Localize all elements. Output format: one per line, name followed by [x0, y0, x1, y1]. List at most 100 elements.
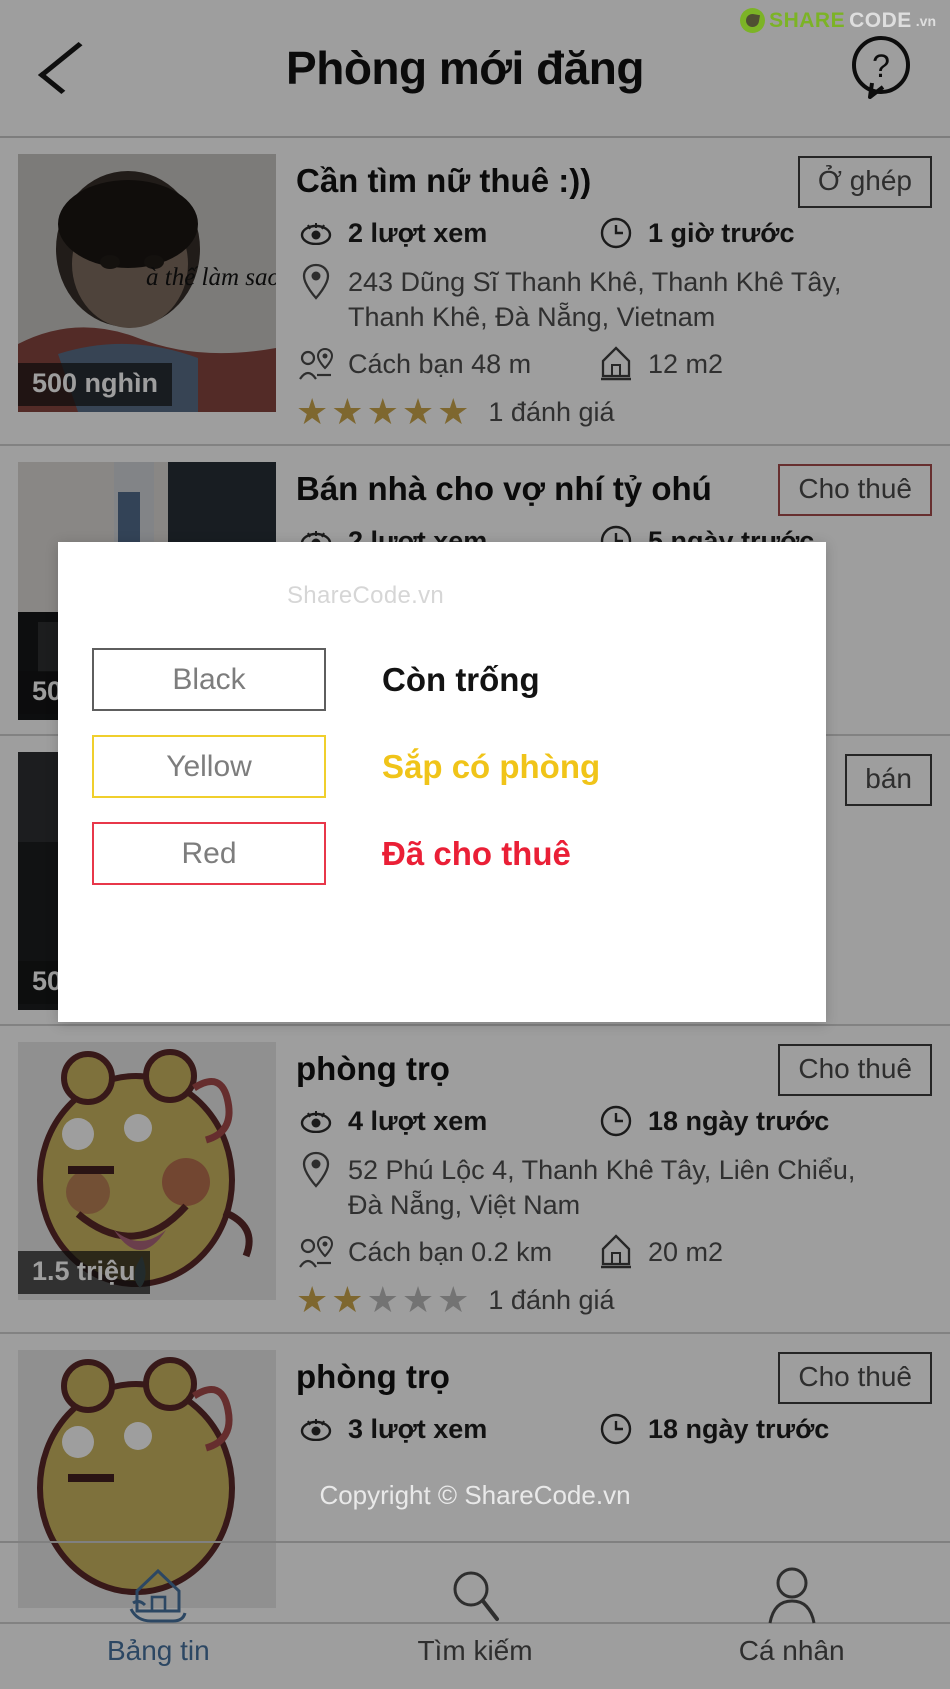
legend-label-red: Đã cho thuê — [382, 834, 571, 872]
house-outline-icon — [596, 345, 636, 383]
distance-text: Cách bạn 48 m — [348, 348, 532, 379]
listing-body: Cần tìm nữ thuê :)) Ở ghép 2 lượt xem 1 … — [276, 154, 932, 430]
time-group: 18 ngày trước — [596, 1410, 829, 1448]
time-group: 1 giờ trước — [596, 214, 794, 252]
address-text: 52 Phú Lộc 4, Thanh Khê Tây, Liên Chiểu,… — [348, 1155, 856, 1220]
listing-distance-row: Cách bạn 0.2 km 20 m2 — [296, 1233, 922, 1271]
star-icon: ★ — [331, 1279, 364, 1321]
rating-count: 1 đánh giá — [488, 396, 615, 427]
star-icon: ★ — [296, 1279, 329, 1321]
question-bubble-icon: ? — [852, 36, 910, 99]
listing-meta-row: 3 lượt xem 18 ngày trước — [296, 1410, 922, 1448]
clock-icon — [596, 1410, 636, 1448]
legend-row-black: Black Còn trống — [92, 648, 792, 711]
house-hand-icon — [129, 1568, 187, 1623]
area-text: 12 m2 — [648, 348, 724, 379]
star-icon: ★ — [437, 391, 470, 433]
listing-address-row: 243 Dũng Sĩ Thanh Khê, Thanh Khê Tây, Th… — [296, 263, 922, 334]
bottom-navigation: Bảng tin Tìm kiếm Cá nhân — [0, 1541, 950, 1689]
star-icon: ★ — [437, 1279, 470, 1321]
sharecode-logo: SHARE CODE .vn — [740, 8, 936, 33]
status-badge[interactable]: Cho thuê — [778, 464, 932, 517]
leaf-icon — [740, 8, 766, 33]
eye-icon — [296, 1102, 336, 1140]
map-pin-icon — [296, 263, 336, 301]
views-group: 4 lượt xem — [296, 1102, 596, 1140]
distance-group: Cách bạn 0.2 km — [296, 1233, 596, 1271]
svg-text:?: ? — [872, 48, 890, 84]
views-group: 3 lượt xem — [296, 1410, 596, 1448]
legend-chip-black[interactable]: Black — [92, 648, 326, 711]
listing-title: Bán nhà cho vợ nhí tỷ ohú — [296, 470, 712, 508]
time-text: 18 ngày trước — [648, 1413, 830, 1444]
area-group: 20 m2 — [596, 1233, 723, 1271]
listing-thumbnail[interactable]: à thế làm sao mà 500 nghìn — [18, 154, 276, 412]
map-pin-icon — [296, 1151, 336, 1189]
listing-title: phòng trọ — [296, 1358, 450, 1396]
rating-stars[interactable]: ★ ★ ★ ★ ★ 1 đánh giá — [296, 1282, 922, 1318]
eye-icon — [296, 1410, 336, 1448]
star-icon: ★ — [296, 391, 329, 433]
house-outline-icon — [596, 1233, 636, 1271]
modal-watermark: ShareCode.vn — [287, 582, 445, 609]
star-icon: ★ — [331, 391, 364, 433]
clock-icon — [596, 214, 636, 252]
area-text: 20 m2 — [648, 1236, 724, 1267]
views-text: 3 lượt xem — [348, 1413, 488, 1444]
star-icon: ★ — [366, 1279, 399, 1321]
time-text: 18 ngày trước — [648, 1105, 830, 1136]
eye-icon — [296, 214, 336, 252]
distance-text: Cách bạn 0.2 km — [348, 1236, 553, 1267]
clock-icon — [596, 1102, 636, 1140]
legend-chip-yellow[interactable]: Yellow — [92, 735, 326, 798]
address-text: 243 Dũng Sĩ Thanh Khê, Thanh Khê Tây, Th… — [348, 267, 842, 332]
person-distance-icon — [296, 345, 336, 383]
rating-stars[interactable]: ★ ★ ★ ★ ★ 1 đánh giá — [296, 394, 922, 430]
person-icon — [768, 1567, 816, 1624]
app-root: Phòng mới đăng ? à thế làm sa 500 nghìn … — [0, 0, 950, 1689]
nav-label: Tìm kiếm — [417, 1635, 533, 1666]
nav-item-ca-nhan[interactable]: Cá nhân — [633, 1543, 950, 1689]
listing-thumbnail[interactable]: 1.5 triệu — [18, 1042, 276, 1301]
price-badge: 500 nghìn — [18, 363, 173, 406]
views-text: 4 lượt xem — [348, 1105, 488, 1136]
price-badge: 1.5 triệu — [18, 1251, 150, 1295]
page-title: Phòng mới đăng — [286, 42, 644, 94]
nav-item-tim-kiem[interactable]: Tìm kiếm — [317, 1543, 634, 1689]
legend-chip-red[interactable]: Red — [92, 822, 326, 885]
rating-count: 1 đánh giá — [488, 1284, 615, 1315]
legend-row-red: Red Đã cho thuê — [92, 822, 792, 885]
listing-meta-row: 2 lượt xem 1 giờ trước — [296, 214, 922, 252]
star-icon: ★ — [401, 1279, 435, 1321]
views-text: 2 lượt xem — [348, 217, 488, 248]
status-badge[interactable]: bán — [845, 754, 932, 807]
nav-item-bang-tin[interactable]: Bảng tin — [0, 1543, 317, 1689]
listing-meta-row: 4 lượt xem 18 ngày trước — [296, 1102, 922, 1140]
logo-share-text: SHARE — [769, 8, 846, 32]
legend-label-black: Còn trống — [382, 660, 540, 698]
help-button[interactable]: ? — [846, 33, 916, 103]
status-legend-modal: ShareCode.vn Black Còn trống Yellow Sắp … — [58, 542, 826, 1022]
nav-label: Bảng tin — [106, 1635, 210, 1666]
legend-label-yellow: Sắp có phòng — [382, 747, 601, 785]
area-group: 12 m2 — [596, 345, 723, 383]
listing-address-row: 52 Phú Lộc 4, Thanh Khê Tây, Liên Chiểu,… — [296, 1151, 922, 1222]
status-badge[interactable]: Cho thuê — [778, 1044, 932, 1097]
magnifier-icon — [453, 1571, 499, 1621]
listing-title: Cần tìm nữ thuê :)) — [296, 162, 592, 199]
logo-tld-text: .vn — [915, 12, 936, 29]
time-group: 18 ngày trước — [596, 1102, 829, 1140]
person-distance-icon — [296, 1233, 336, 1271]
thumbnail-caption: à thế làm sao mà — [146, 264, 276, 291]
listing-card[interactable]: à thế làm sao mà 500 nghìn Cần tìm nữ th… — [0, 138, 950, 447]
nav-label: Cá nhân — [738, 1635, 845, 1666]
status-badge[interactable]: Ở ghép — [797, 156, 932, 208]
time-text: 1 giờ trước — [648, 217, 795, 248]
logo-code-text: CODE — [849, 8, 912, 32]
legend-row-yellow: Yellow Sắp có phòng — [92, 735, 792, 798]
status-badge[interactable]: Cho thuê — [778, 1352, 932, 1405]
listing-distance-row: Cách bạn 48 m 12 m2 — [296, 345, 922, 383]
listing-body: phòng trọ Cho thuê 4 lượt xem 18 ngày tr… — [276, 1042, 932, 1318]
star-icon: ★ — [401, 391, 435, 433]
listing-card[interactable]: 1.5 triệu phòng trọ Cho thuê 4 lượt xem — [0, 1026, 950, 1335]
